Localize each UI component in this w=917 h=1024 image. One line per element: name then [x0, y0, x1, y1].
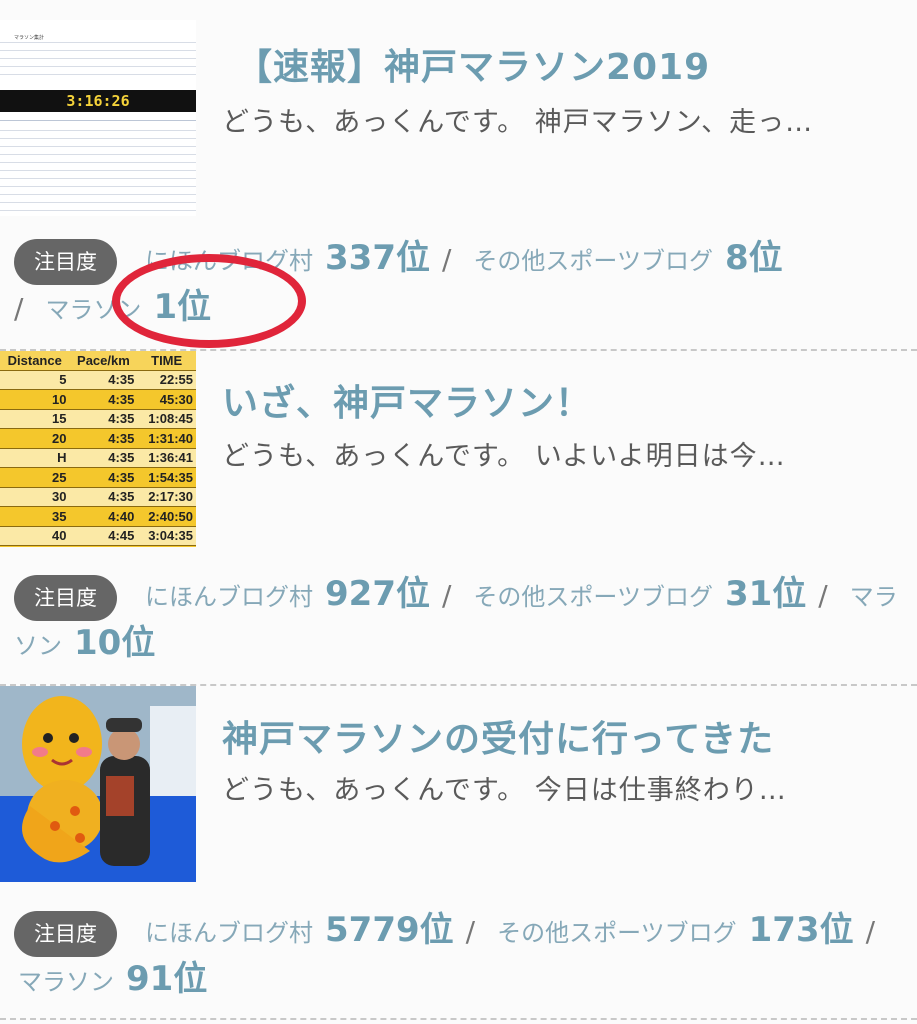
pace-header: TIME — [137, 351, 196, 371]
entry-title[interactable]: いざ、神戸マラソン！ — [222, 374, 592, 426]
pace-cell: 30 — [0, 487, 70, 507]
pace-cell: 4:35 — [69, 409, 138, 429]
rank-category[interactable]: にほんブログ村 — [145, 919, 313, 947]
pace-cell: 1:36:41 — [137, 448, 196, 468]
rank-position: 173位 — [748, 910, 854, 950]
highlight-circle — [112, 254, 306, 348]
pace-cell: 20 — [0, 428, 70, 449]
rank-category[interactable]: その他スポーツブログ — [497, 919, 737, 947]
pace-cell: 4:35 — [69, 428, 138, 449]
entry-excerpt: どうも、あっくんです。 いよいよ明日は今… — [222, 441, 786, 472]
pace-cell: 15 — [0, 409, 70, 429]
pace-cell: 4:35 — [69, 389, 138, 410]
attention-badge: 注目度 — [14, 239, 117, 285]
finish-time: 3:16:26 — [0, 90, 196, 112]
pace-cell: 4:40 — [69, 506, 138, 527]
attention-badge: 注目度 — [14, 575, 117, 621]
rank-position: 927位 — [325, 574, 430, 614]
divider — [0, 1018, 917, 1020]
pace-cell: 45:30 — [137, 389, 196, 410]
pace-cell: 35 — [0, 506, 70, 527]
rank-category[interactable]: その他スポーツブログ — [473, 583, 713, 611]
pace-cell: 1:54:35 — [137, 467, 196, 488]
entry-thumbnail[interactable]: マラソン集計 3:16:26 — [0, 20, 196, 216]
pace-cell: H — [0, 448, 70, 468]
rank-position: 10位 — [74, 623, 156, 663]
pace-cell: 4:35 — [69, 370, 138, 390]
pace-cell: 1:31:40 — [137, 428, 196, 449]
rank-category[interactable]: マラソン — [18, 968, 114, 996]
pace-cell: 4:35 — [69, 487, 138, 507]
pace-cell: 2:40:50 — [137, 506, 196, 527]
entry-thumbnail[interactable]: Distance Pace/km TIME 5 4:35 22:55 10 4:35 4… — [0, 351, 196, 547]
pace-cell: 1:08:45 — [137, 409, 196, 429]
entry-title[interactable]: 【速報】神戸マラソン2019 — [236, 38, 710, 90]
rank-position: 31位 — [724, 574, 807, 614]
sheet-text: マラソン集計 — [14, 35, 45, 41]
ranking-info: 注目度 にほんブログ村 927位 / その他スポーツブログ 31位 / マラソン 10位 — [14, 574, 898, 663]
ranking-info: 注目度 にほんブログ村 5779位 / その他スポーツブログ 173位/マラソン 91位 — [14, 908, 904, 1004]
rank-position: 8位 — [724, 238, 783, 278]
pace-header: Pace/km — [69, 351, 138, 371]
entry-title[interactable]: 神戸マラソンの受付に行ってきた — [222, 710, 774, 762]
entry-excerpt: どうも、あっくんです。 神戸マラソン、走っ… — [222, 107, 814, 138]
pace-cell: 2:17:30 — [137, 487, 196, 507]
mascot-photo — [0, 686, 196, 882]
pace-cell: 5 — [0, 370, 70, 390]
pace-cell: 10 — [0, 389, 70, 410]
rank-position: 5779位 — [325, 910, 454, 950]
rank-category[interactable]: にほんブログ村 — [145, 583, 313, 611]
rank-position: 91位 — [126, 959, 208, 999]
pace-table-image: Distance Pace/km TIME 5 4:35 22:55 10 4:35 4… — [0, 351, 196, 547]
pace-cell: 4:45 — [69, 526, 138, 546]
entry-thumbnail[interactable] — [0, 686, 196, 882]
pace-cell: 3:04:35 — [137, 526, 196, 546]
pace-cell: 22:55 — [137, 370, 196, 390]
rank-position: 337位 — [325, 238, 430, 278]
rank-category[interactable]: その他スポーツブログ — [473, 247, 713, 275]
pace-cell: 25 — [0, 467, 70, 488]
attention-badge: 注目度 — [14, 911, 117, 957]
pace-cell: 40 — [0, 526, 70, 546]
pace-header: Distance — [0, 351, 70, 371]
entry-excerpt: どうも、あっくんです。 今日は仕事終わり… — [222, 775, 787, 806]
pace-cell: 4:35 — [69, 467, 138, 488]
spreadsheet-image: マラソン集計 3:16:26 — [0, 20, 196, 216]
pace-cell: 4:35 — [69, 448, 138, 468]
